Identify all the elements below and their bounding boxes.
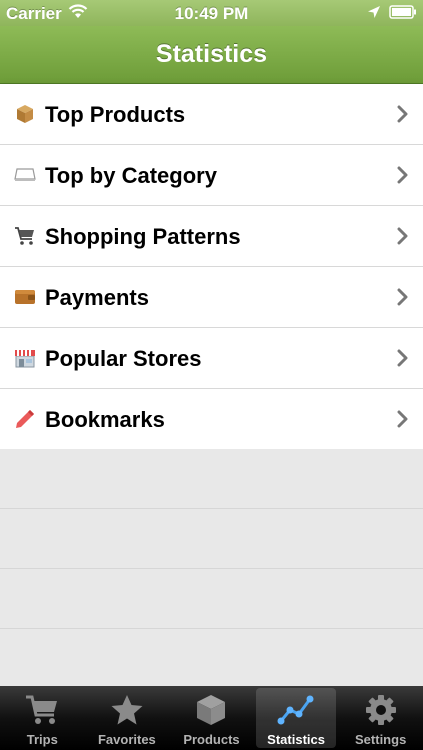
menu-item-top-products[interactable]: Top Products: [0, 84, 423, 145]
store-icon: [14, 347, 36, 369]
chevron-right-icon: [397, 166, 408, 184]
chevron-right-icon: [397, 227, 408, 245]
chevron-right-icon: [397, 105, 408, 123]
tab-products[interactable]: Products: [169, 686, 254, 750]
tab-favorites[interactable]: Favorites: [85, 686, 170, 750]
statistics-menu: Top Products Top by Category Shopping Pa…: [0, 84, 423, 450]
menu-item-label: Top Products: [45, 102, 186, 127]
wallet-icon: [14, 286, 36, 308]
menu-item-label: Top by Category: [45, 163, 217, 188]
tab-trips[interactable]: Trips: [0, 686, 85, 750]
empty-table-area: [0, 449, 423, 686]
cart-icon: [14, 225, 36, 247]
star-icon: [107, 692, 147, 728]
menu-item-label: Popular Stores: [45, 346, 202, 371]
status-bar: Carrier 10:49 PM: [0, 0, 423, 26]
menu-item-label: Bookmarks: [45, 407, 165, 432]
tab-label: Settings: [355, 732, 407, 747]
bookmark-icon: [14, 408, 36, 430]
tab-settings[interactable]: Settings: [338, 686, 423, 750]
chevron-right-icon: [397, 410, 408, 428]
cart-icon: [22, 692, 62, 728]
chart-icon: [276, 692, 316, 728]
menu-item-payments[interactable]: Payments: [0, 267, 423, 328]
tab-label: Statistics: [267, 732, 325, 747]
navigation-bar: Statistics: [0, 26, 423, 84]
gear-icon: [361, 692, 401, 728]
menu-item-popular-stores[interactable]: Popular Stores: [0, 328, 423, 389]
chevron-right-icon: [397, 288, 408, 306]
menu-item-top-by-category[interactable]: Top by Category: [0, 145, 423, 206]
status-time: 10:49 PM: [174, 4, 249, 23]
shelf-icon: [14, 164, 36, 186]
tab-label: Favorites: [97, 732, 156, 747]
box-icon: [191, 692, 231, 728]
tab-label: Products: [183, 732, 240, 747]
tab-label: Trips: [26, 732, 58, 747]
menu-item-bookmarks[interactable]: Bookmarks: [0, 389, 423, 450]
chevron-right-icon: [397, 349, 408, 367]
tab-bar: Trips Favorites Products Statistics Sett…: [0, 686, 423, 750]
box-icon: [14, 103, 36, 125]
page-title: Statistics: [155, 40, 268, 68]
menu-item-label: Payments: [45, 285, 149, 310]
battery-icon: [389, 4, 417, 24]
location-arrow-icon: [367, 4, 381, 24]
tab-statistics[interactable]: Statistics: [254, 686, 339, 750]
menu-item-shopping-patterns[interactable]: Shopping Patterns: [0, 206, 423, 267]
menu-item-label: Shopping Patterns: [45, 224, 241, 249]
